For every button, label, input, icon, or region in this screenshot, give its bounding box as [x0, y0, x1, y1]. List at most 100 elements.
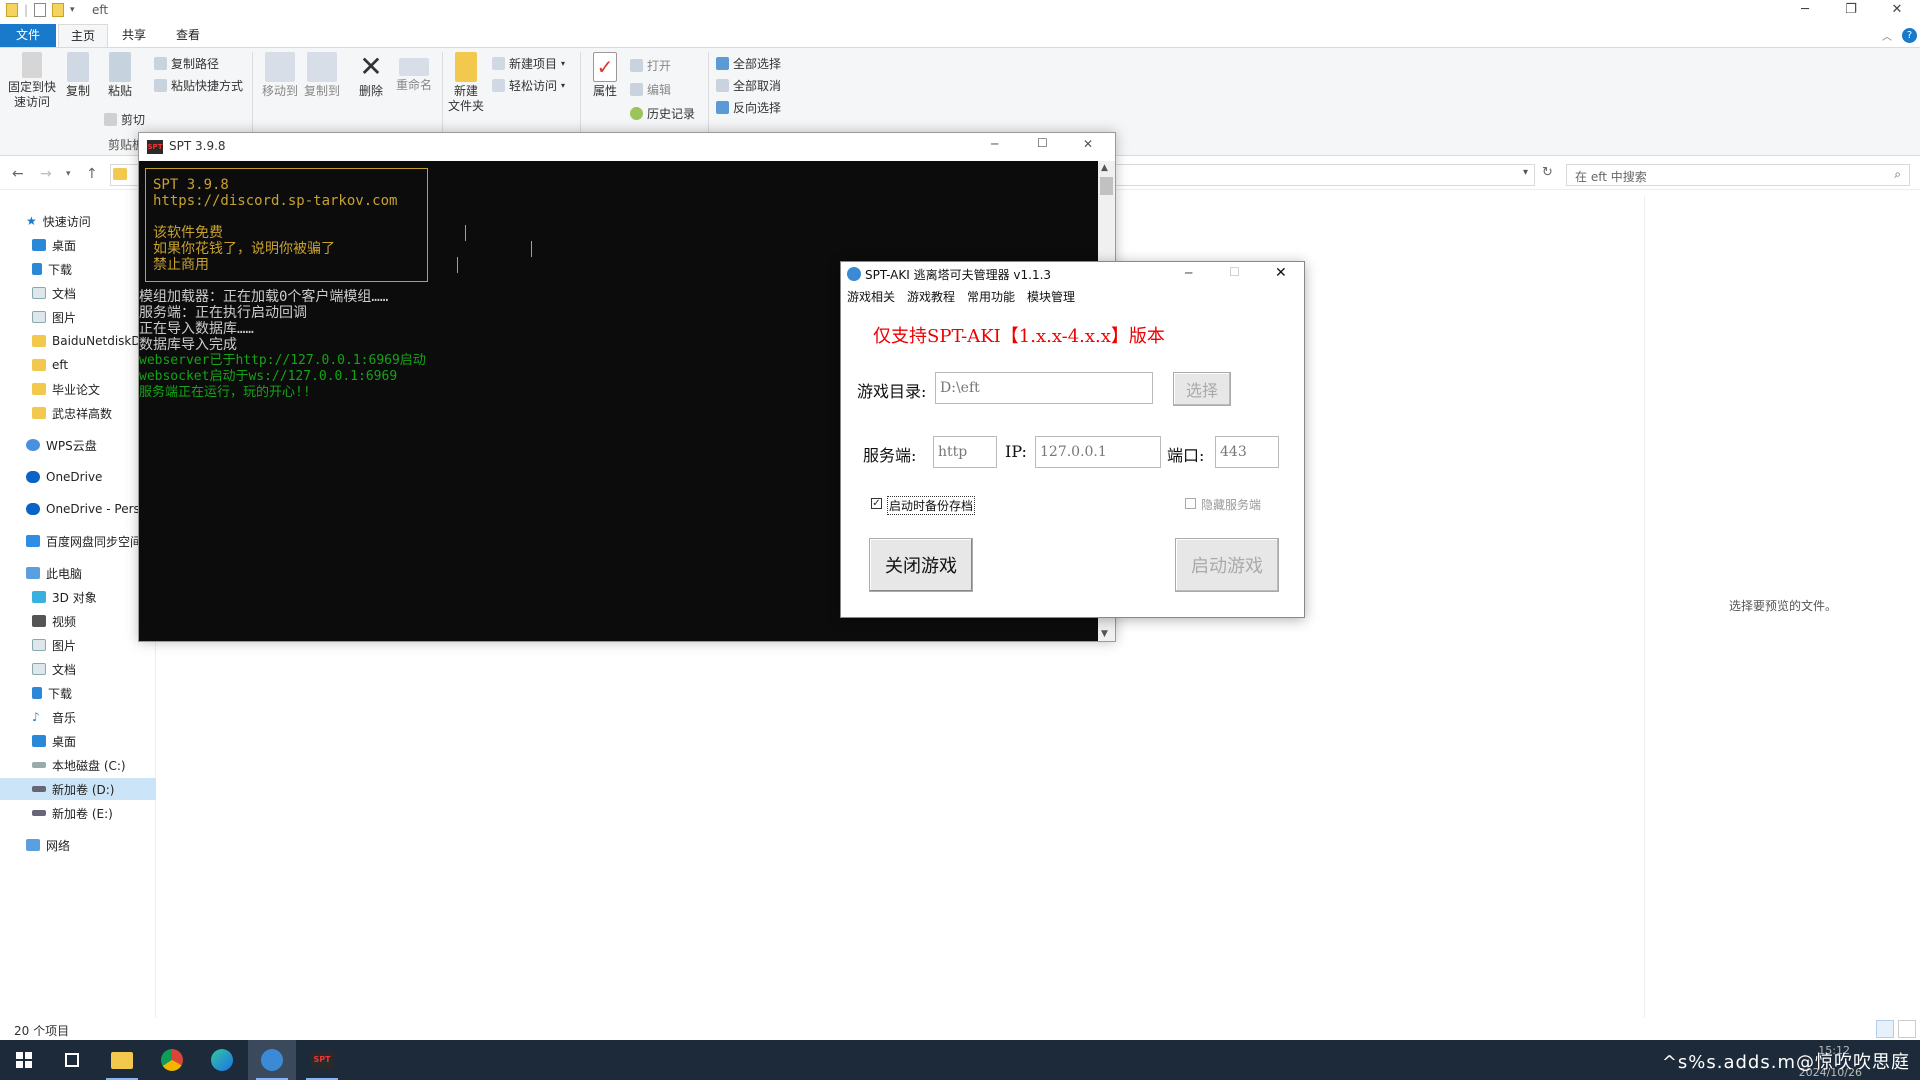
nav-this-pc[interactable]: 此电脑 [0, 562, 156, 584]
new-item-button[interactable]: 新建项目 ▾ [492, 54, 565, 72]
port-input[interactable] [1215, 436, 1279, 468]
help-icon[interactable]: ? [1902, 28, 1917, 43]
taskbar-file-explorer[interactable] [98, 1040, 146, 1080]
nav-item-thesis[interactable]: 毕业论文 [0, 378, 156, 400]
maximize-button[interactable]: ❐ [1828, 0, 1874, 22]
taskbar-aki-launcher[interactable] [248, 1040, 296, 1080]
taskbar-spt-console[interactable]: SPT [298, 1040, 346, 1080]
back-arrow-icon[interactable]: ← [12, 166, 24, 182]
move-to-button[interactable]: 移动到 [260, 48, 300, 99]
nav-drive-c[interactable]: 本地磁盘 (C:) [0, 754, 156, 776]
copy-to-button[interactable]: 复制到 [302, 48, 342, 99]
select-all-button[interactable]: 全部选择 [716, 54, 781, 72]
nav-item-eft[interactable]: eft [0, 354, 156, 376]
nav-pc-documents[interactable]: 文档 [0, 658, 156, 680]
nav-drive-e[interactable]: 新加卷 (E:) [0, 802, 156, 824]
protocol-input[interactable] [933, 436, 997, 468]
hide-server-checkbox-label[interactable]: 隐藏服务端 [1201, 496, 1261, 513]
paste-shortcut-button[interactable]: 粘贴快捷方式 [154, 76, 243, 94]
nav-item-baidunetdisk[interactable]: BaiduNetdiskDownload [0, 330, 156, 352]
start-button[interactable] [0, 1040, 48, 1080]
tab-file[interactable]: 文件 [0, 24, 56, 47]
select-none-icon [716, 78, 729, 92]
large-icons-view-button[interactable] [1898, 1020, 1916, 1038]
taskbar-edge[interactable] [198, 1040, 246, 1080]
edit-button[interactable]: 编辑 [630, 80, 671, 98]
nav-network[interactable]: 网络 [0, 834, 156, 856]
invert-selection-button[interactable]: 反向选择 [716, 98, 781, 116]
collapse-ribbon-icon[interactable]: ︿ [1882, 28, 1892, 43]
cut-button[interactable]: 剪切 [104, 110, 145, 128]
nav-item-math[interactable]: 武忠祥高数 [0, 402, 156, 424]
up-arrow-icon[interactable]: ↑ [86, 166, 98, 182]
nav-wps-cloud[interactable]: WPS云盘 [0, 434, 156, 456]
nav-baidu-sync[interactable]: 百度网盘同步空间 [0, 530, 156, 552]
scroll-down-icon[interactable]: ▼ [1101, 629, 1108, 639]
pin-to-quick-access-button[interactable]: 固定到快 速访问 [6, 48, 58, 110]
recent-locations-chevron-icon[interactable]: ▾ [66, 169, 71, 179]
minimize-button[interactable]: ─ [1782, 0, 1828, 22]
menu-tutorial[interactable]: 游戏教程 [907, 288, 955, 305]
open-button[interactable]: 打开 [630, 56, 671, 74]
easy-access-button[interactable]: 轻松访问 ▾ [492, 76, 565, 94]
chevron-down-icon[interactable]: ▾ [70, 5, 75, 15]
nav-pc-music[interactable]: ♪ 音乐 [0, 706, 156, 728]
properties-button[interactable]: ✓ 属性 [588, 48, 622, 99]
minimize-button[interactable]: ─ [991, 137, 998, 151]
nav-pc-pictures[interactable]: 图片 [0, 634, 156, 656]
nav-onedrive-personal[interactable]: OneDrive - Personal [0, 498, 156, 520]
nav-item-documents[interactable]: 文档 [0, 282, 156, 304]
banner-line: 该软件免费 [153, 225, 223, 241]
close-button[interactable]: ✕ [1275, 265, 1287, 281]
task-view-button[interactable] [48, 1040, 96, 1080]
scroll-up-icon[interactable]: ▲ [1101, 163, 1108, 173]
nav-pc-3d-objects[interactable]: 3D 对象 [0, 586, 156, 608]
nav-item-desktop[interactable]: 桌面 [0, 234, 156, 256]
paste-button[interactable]: 粘贴 [104, 48, 136, 99]
choose-dir-button[interactable]: 选择 [1173, 372, 1231, 406]
scrollbar-thumb[interactable] [1100, 177, 1113, 195]
chevron-down-icon[interactable]: ▾ [1523, 167, 1528, 178]
backup-checkbox-label[interactable]: 启动时备份存档 [887, 496, 976, 515]
select-none-button[interactable]: 全部取消 [716, 76, 781, 94]
console-line: 数据库导入完成 [139, 337, 237, 353]
minimize-button[interactable]: ─ [1185, 266, 1192, 280]
menu-game[interactable]: 游戏相关 [847, 288, 895, 305]
nav-drive-d[interactable]: 新加卷 (D:) [0, 778, 156, 800]
nav-onedrive[interactable]: OneDrive [0, 466, 156, 488]
new-folder-icon[interactable] [52, 3, 65, 17]
search-input[interactable]: 在 eft 中搜索 ⌕ [1566, 164, 1910, 186]
nav-pc-videos[interactable]: 视频 [0, 610, 156, 632]
tab-home[interactable]: 主页 [58, 24, 109, 47]
delete-button[interactable]: ✕ 删除 [354, 48, 388, 99]
details-view-button[interactable] [1876, 1020, 1894, 1038]
nav-item-downloads[interactable]: 下载 [0, 258, 156, 280]
tab-share[interactable]: 共享 [110, 24, 158, 47]
history-button[interactable]: 历史记录 [630, 104, 695, 122]
close-button[interactable]: ✕ [1874, 0, 1920, 22]
new-folder-button[interactable]: 新建 文件夹 [448, 48, 484, 114]
nav-item-pictures[interactable]: 图片 [0, 306, 156, 328]
menu-common-functions[interactable]: 常用功能 [967, 288, 1015, 305]
ip-input[interactable] [1035, 436, 1161, 468]
tab-view[interactable]: 查看 [164, 24, 212, 47]
maximize-button[interactable]: ☐ [1229, 265, 1240, 279]
forward-arrow-icon[interactable]: → [40, 166, 52, 182]
refresh-icon[interactable]: ↻ [1542, 165, 1553, 180]
copy-path-button[interactable]: 复制路径 [154, 54, 219, 72]
start-game-button[interactable]: 启动游戏 [1175, 538, 1279, 592]
menu-module-management[interactable]: 模块管理 [1027, 288, 1075, 305]
properties-icon[interactable] [34, 3, 47, 17]
copy-button[interactable]: 复制 [62, 48, 94, 99]
game-dir-input[interactable] [935, 372, 1153, 404]
maximize-button[interactable]: ☐ [1037, 136, 1048, 150]
nav-pc-downloads[interactable]: 下载 [0, 682, 156, 704]
rename-button[interactable]: 重命名 [394, 48, 434, 93]
nav-pc-desktop[interactable]: 桌面 [0, 730, 156, 752]
close-button[interactable]: ✕ [1083, 137, 1093, 151]
hide-server-checkbox[interactable] [1185, 498, 1196, 509]
close-game-button[interactable]: 关闭游戏 [869, 538, 973, 592]
taskbar-chrome[interactable] [148, 1040, 196, 1080]
backup-checkbox[interactable]: ✓ [871, 498, 882, 509]
nav-quick-access[interactable]: ★ 快速访问 [0, 210, 156, 232]
